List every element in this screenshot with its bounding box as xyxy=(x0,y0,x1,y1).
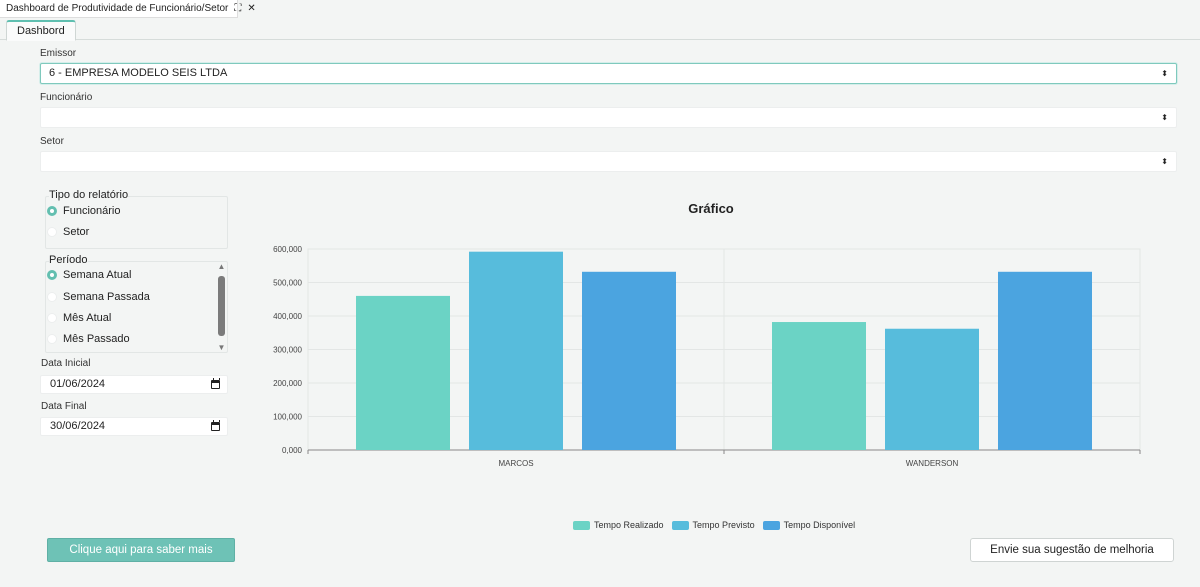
bar-marcos-0 xyxy=(356,295,450,450)
sugestao-button[interactable]: Envie sua sugestão de melhoria xyxy=(970,538,1174,562)
y-tick-label: 0,000 xyxy=(282,446,303,455)
bar-marcos-1 xyxy=(469,251,563,450)
x-tick-label: MARCOS xyxy=(498,459,533,468)
select-arrows-icon: ⬍ xyxy=(1161,69,1168,78)
radio-semana-atual-label: Semana Atual xyxy=(63,269,132,281)
funcionario-label: Funcionário xyxy=(40,92,93,103)
bar-wanderson-0 xyxy=(772,322,866,450)
y-tick-label: 200,000 xyxy=(273,379,302,388)
legend-label: Tempo Realizado xyxy=(594,520,664,530)
chart-title: Gráfico xyxy=(688,201,734,216)
radio-unchecked-icon[interactable] xyxy=(47,334,57,344)
radio-unchecked-icon[interactable] xyxy=(47,313,57,323)
window-title: Dashboard de Produtividade de Funcionári… xyxy=(6,3,229,14)
y-tick-label: 600,000 xyxy=(273,245,302,254)
radio-funcionario-label: Funcionário xyxy=(63,205,121,217)
legend-item[interactable]: Tempo Disponível xyxy=(762,520,856,530)
periodo-title: Período xyxy=(49,254,88,266)
legend-item[interactable]: Tempo Previsto xyxy=(671,520,755,530)
radio-mes-atual[interactable]: Mês Atual xyxy=(47,312,111,324)
radio-mes-passado-label: Mês Passado xyxy=(63,333,130,345)
bar-marcos-2 xyxy=(582,271,676,450)
close-icon[interactable]: ✕ xyxy=(247,3,255,14)
scroll-thumb[interactable] xyxy=(218,276,225,336)
radio-funcionario[interactable]: Funcionário xyxy=(47,205,120,217)
setor-select[interactable]: ⬍ xyxy=(40,151,1177,172)
tab-dashbord[interactable]: Dashbord xyxy=(6,20,76,41)
data-final-input[interactable]: 30/06/2024 xyxy=(40,417,228,436)
radio-semana-atual[interactable]: Semana Atual xyxy=(47,269,132,281)
scroll-down-arrow-icon[interactable]: ▼ xyxy=(216,343,227,352)
radio-checked-icon[interactable] xyxy=(47,206,57,216)
bar-wanderson-1 xyxy=(885,328,979,450)
select-arrows-icon: ⬍ xyxy=(1161,157,1168,166)
legend-swatch xyxy=(671,520,689,530)
legend-item[interactable]: Tempo Realizado xyxy=(573,520,664,530)
radio-unchecked-icon[interactable] xyxy=(47,292,57,302)
tipo-relatorio-group xyxy=(45,196,228,249)
calendar-icon[interactable] xyxy=(211,420,220,431)
data-final-value: 30/06/2024 xyxy=(50,420,106,432)
emissor-select[interactable]: 6 - EMPRESA MODELO SEIS LTDA ⬍ xyxy=(40,63,1177,84)
data-inicial-value: 01/06/2024 xyxy=(50,378,106,390)
radio-mes-atual-label: Mês Atual xyxy=(63,312,112,324)
emissor-label: Emissor xyxy=(40,48,77,59)
legend-swatch xyxy=(573,520,590,530)
select-arrows-icon: ⬍ xyxy=(1161,113,1168,122)
periodo-scrollbar[interactable]: ▲ ▼ xyxy=(216,262,227,352)
data-inicial-label: Data Inicial xyxy=(41,358,91,369)
y-tick-label: 400,000 xyxy=(273,312,302,321)
radio-semana-passada[interactable]: Semana Passada xyxy=(47,291,150,303)
bar-wanderson-2 xyxy=(998,271,1092,450)
y-tick-label: 100,000 xyxy=(273,413,302,422)
radio-semana-passada-label: Semana Passada xyxy=(63,291,150,303)
emissor-value: 6 - EMPRESA MODELO SEIS LTDA xyxy=(49,67,228,79)
data-final-label: Data Final xyxy=(41,401,87,412)
radio-checked-icon[interactable] xyxy=(47,270,57,280)
radio-unchecked-icon[interactable] xyxy=(47,227,57,237)
tab-strip: Dashbord xyxy=(0,18,1200,41)
setor-label: Setor xyxy=(40,136,64,147)
radio-setor[interactable]: Setor xyxy=(47,226,89,238)
data-inicial-input[interactable]: 01/06/2024 xyxy=(40,375,228,394)
legend-swatch xyxy=(762,520,780,530)
scroll-up-arrow-icon[interactable]: ▲ xyxy=(216,262,227,271)
legend-label: Tempo Previsto xyxy=(692,520,755,530)
calendar-icon[interactable] xyxy=(211,378,220,389)
radio-setor-label: Setor xyxy=(63,226,90,238)
tipo-relatorio-title: Tipo do relatório xyxy=(49,189,129,201)
window-titlebar: Dashboard de Produtividade de Funcionári… xyxy=(0,0,256,18)
y-tick-label: 300,000 xyxy=(273,346,302,355)
radio-mes-passado[interactable]: Mês Passado xyxy=(47,333,130,345)
y-tick-label: 500,000 xyxy=(273,279,302,288)
expand-icon[interactable]: ⛶ xyxy=(234,3,241,14)
funcionario-select[interactable]: ⬍ xyxy=(40,107,1177,128)
bar-chart: 0,000 100,000 200,000 300,000 400,000 500,000… xyxy=(273,245,1141,468)
chart-legend: Tempo Realizado Tempo Previsto Tempo Dispo… xyxy=(573,520,863,530)
x-tick-label: WANDERSON xyxy=(906,459,959,468)
legend-label: Tempo Disponível xyxy=(783,520,856,530)
saber-mais-button[interactable]: Clique aqui para saber mais xyxy=(47,538,235,562)
